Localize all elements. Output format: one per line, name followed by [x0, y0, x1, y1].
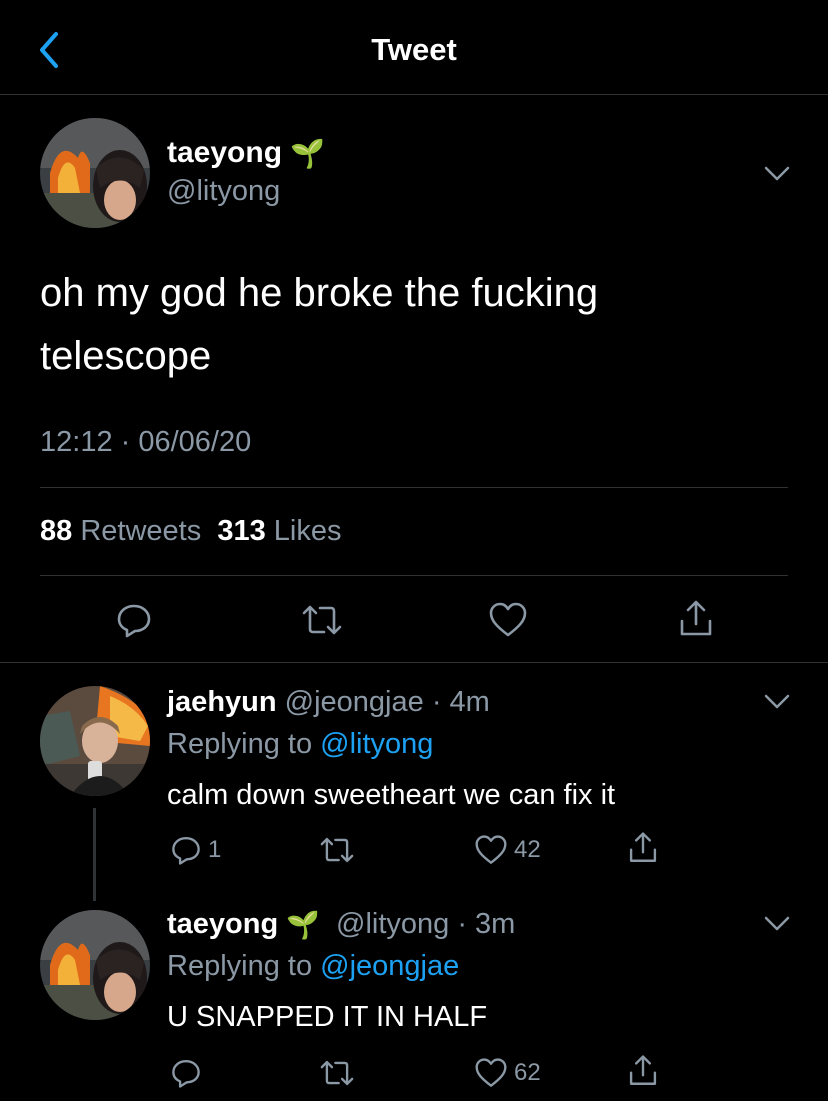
- divider: [40, 575, 788, 576]
- heart-icon: [489, 602, 527, 637]
- tweet-text: oh my god he broke the fucking telescope: [40, 271, 599, 378]
- author-display-name: taeyong: [167, 136, 283, 169]
- reply-icon: [172, 1060, 200, 1088]
- page-title: Tweet: [371, 32, 457, 67]
- reply-handle[interactable]: @lityong: [336, 908, 449, 941]
- share-button[interactable]: [626, 831, 660, 865]
- reply-button[interactable]: [170, 1057, 202, 1089]
- reply-handle[interactable]: @jeongjae: [285, 686, 424, 719]
- reply-text: U SNAPPED IT IN HALF: [167, 1001, 488, 1033]
- chevron-down-icon: [764, 694, 790, 709]
- reply-icon: [172, 837, 200, 865]
- top-nav-bar: Tweet: [0, 0, 828, 95]
- retweet-icon: [320, 837, 354, 863]
- replying-to-line: Replying to @lityong: [167, 728, 434, 760]
- heart-icon: [475, 835, 507, 864]
- replying-to-link[interactable]: @lityong: [320, 728, 433, 760]
- reply-author-row: taeyong 🌱 @lityong · 3m: [167, 908, 515, 941]
- chevron-down-icon: [764, 916, 790, 931]
- avatar-image: [40, 118, 150, 228]
- retweets-stat[interactable]: 88 Retweets: [40, 515, 201, 547]
- retweet-button[interactable]: [318, 1057, 356, 1089]
- seedling-emoji: 🌱: [290, 137, 325, 169]
- replying-to-line: Replying to @jeongjae: [167, 950, 460, 982]
- divider: [0, 662, 828, 663]
- author-name[interactable]: taeyong 🌱: [167, 136, 325, 170]
- tweet-stats: 88 Retweets 313 Likes: [40, 515, 342, 548]
- like-button[interactable]: 62: [474, 1057, 541, 1089]
- retweet-icon: [302, 605, 342, 635]
- author-handle[interactable]: @lityong: [167, 175, 280, 208]
- share-icon: [629, 832, 657, 862]
- reply-text: calm down sweetheart we can fix it: [167, 779, 616, 811]
- like-count: 42: [514, 836, 541, 863]
- retweet-button[interactable]: [300, 601, 344, 639]
- share-icon: [629, 1055, 657, 1085]
- tweet-timestamp: 12:12 · 06/06/20: [40, 426, 252, 458]
- avatar[interactable]: [40, 686, 150, 796]
- share-button[interactable]: [626, 1054, 660, 1088]
- reply-time: · 4m: [431, 686, 490, 718]
- like-button[interactable]: [488, 601, 528, 639]
- reply-display-name[interactable]: taeyong: [167, 908, 278, 941]
- divider: [40, 487, 788, 488]
- avatar[interactable]: [40, 910, 150, 1020]
- more-options-button[interactable]: [762, 164, 792, 184]
- reply-icon: [117, 604, 151, 638]
- reply-time: · 3m: [457, 908, 516, 940]
- share-icon: [680, 600, 712, 636]
- avatar[interactable]: [40, 118, 150, 228]
- chevron-down-icon: [764, 166, 790, 181]
- heart-icon: [475, 1058, 507, 1087]
- reply-button[interactable]: [115, 601, 153, 639]
- share-button[interactable]: [676, 599, 716, 639]
- retweet-icon: [320, 1060, 354, 1086]
- thread-connector: [93, 808, 96, 901]
- more-options-button[interactable]: [762, 692, 792, 712]
- reply-author-row: jaehyun @jeongjae · 4m: [167, 686, 490, 719]
- avatar-image: [40, 686, 150, 796]
- reply-button[interactable]: 1: [170, 834, 221, 866]
- more-options-button[interactable]: [762, 914, 792, 934]
- seedling-emoji: 🌱: [286, 909, 320, 940]
- replying-to-link[interactable]: @jeongjae: [320, 950, 459, 982]
- likes-stat[interactable]: 313 Likes: [217, 515, 341, 547]
- like-count: 62: [514, 1059, 541, 1086]
- reply-count: 1: [208, 836, 222, 863]
- retweet-button[interactable]: [318, 834, 356, 866]
- avatar-image: [40, 910, 150, 1020]
- like-button[interactable]: 42: [474, 834, 541, 866]
- reply-display-name[interactable]: jaehyun: [167, 686, 277, 719]
